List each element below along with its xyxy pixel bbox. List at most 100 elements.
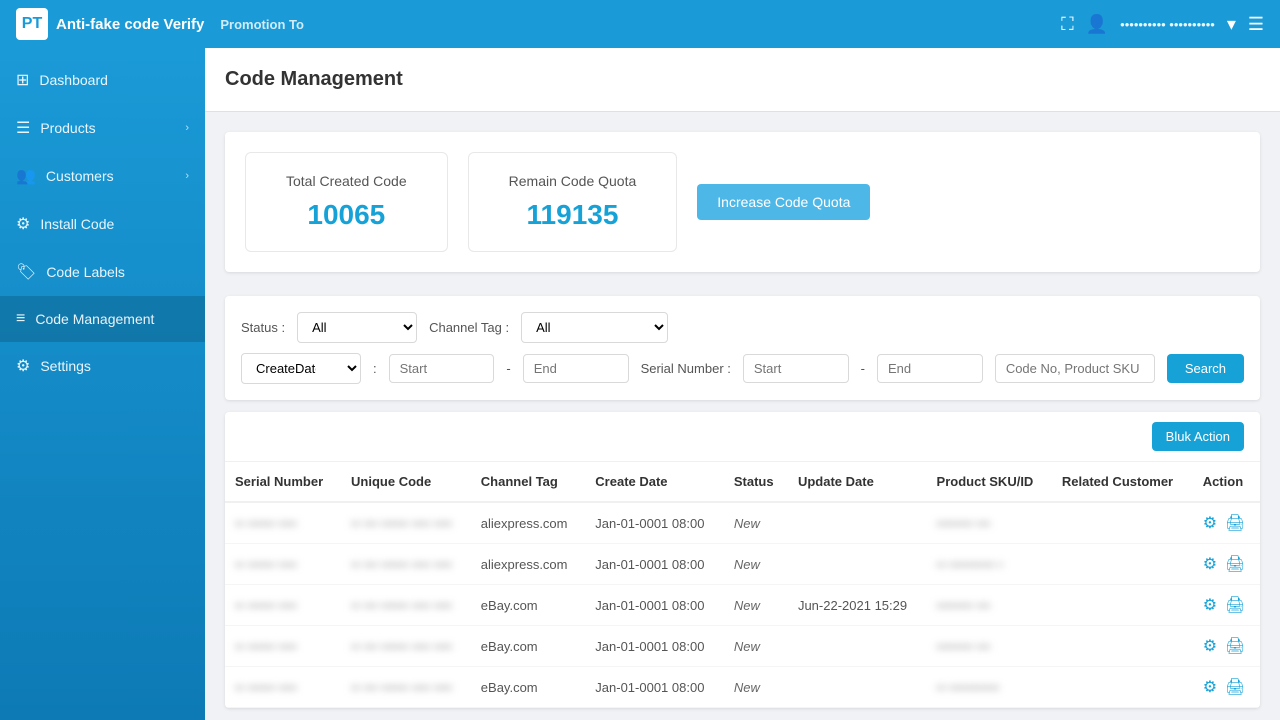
increase-quota-button[interactable]: Increase Code Quota: [697, 184, 870, 220]
cell-serial: •• •••••• ••••: [225, 585, 341, 626]
customers-icon: 👥: [16, 166, 36, 186]
cell-status: New: [724, 544, 788, 585]
sidebar-label-customers: Customers: [46, 168, 114, 184]
install-code-icon: ⚙: [16, 214, 30, 234]
status-select[interactable]: All New Used Inactive: [297, 312, 417, 343]
col-create-date: Create Date: [585, 462, 724, 502]
cell-sku: •••••••• •••: [927, 502, 1052, 544]
remain-quota-card: Remain Code Quota 119135: [468, 152, 678, 252]
print-action-icon[interactable]: 🖨: [1225, 636, 1245, 656]
settings-action-icon[interactable]: ⚙: [1203, 636, 1217, 656]
sidebar: ⊞ Dashboard ☰ Products › 👥 Customers › ⚙…: [0, 48, 205, 720]
sidebar-label-code-labels: Code Labels: [46, 264, 125, 280]
settings-action-icon[interactable]: ⚙: [1203, 595, 1217, 615]
table-row: •• •••••• •••••• ••• •••••• •••• ••••eBa…: [225, 585, 1260, 626]
code-labels-icon: 🏷: [16, 262, 36, 282]
serial-dash: -: [861, 361, 865, 376]
sidebar-item-customers[interactable]: 👥 Customers ›: [0, 152, 205, 200]
content-area: Code Management Total Created Code 10065…: [205, 48, 1280, 720]
cell-action: ⚙ 🖨: [1193, 502, 1260, 544]
search-button[interactable]: Search: [1167, 354, 1244, 383]
sidebar-item-products[interactable]: ☰ Products ›: [0, 104, 205, 152]
cell-sku: •• •••••••••••: [927, 667, 1052, 708]
cell-unique_code: •• ••• •••••• •••• ••••: [341, 585, 471, 626]
products-arrow-icon: ›: [185, 122, 189, 134]
sidebar-label-dashboard: Dashboard: [39, 72, 108, 88]
print-action-icon[interactable]: 🖨: [1225, 513, 1245, 533]
serial-end-input[interactable]: [877, 354, 983, 383]
settings-icon: ⚙: [16, 356, 30, 376]
cell-create_date: Jan-01-0001 08:00: [585, 502, 724, 544]
fullscreen-icon[interactable]: ⛶: [1061, 14, 1074, 35]
table-section: Bluk Action Serial Number Unique Code Ch…: [225, 412, 1260, 708]
settings-action-icon[interactable]: ⚙: [1203, 513, 1217, 533]
cell-status: New: [724, 585, 788, 626]
filter-row-2: CreateDate UpdateDate : - Serial Number …: [241, 353, 1244, 384]
serial-start-input[interactable]: [743, 354, 849, 383]
channel-label: Channel Tag :: [429, 320, 509, 335]
date-type-select[interactable]: CreateDate UpdateDate: [241, 353, 361, 384]
table-row: •• •••••• •••••• ••• •••••• •••• ••••ali…: [225, 544, 1260, 585]
cell-status: New: [724, 502, 788, 544]
code-search-input[interactable]: [995, 354, 1155, 383]
cell-action: ⚙ 🖨: [1193, 585, 1260, 626]
cell-customer: [1052, 667, 1193, 708]
products-icon: ☰: [16, 118, 30, 138]
channel-select[interactable]: All aliexpress.com eBay.com: [521, 312, 668, 343]
status-label: Status :: [241, 320, 285, 335]
action-row: Bluk Action: [225, 412, 1260, 462]
print-action-icon[interactable]: 🖨: [1225, 677, 1245, 697]
sidebar-item-dashboard[interactable]: ⊞ Dashboard: [0, 56, 205, 104]
settings-action-icon[interactable]: ⚙: [1203, 677, 1217, 697]
cell-channel: aliexpress.com: [471, 544, 585, 585]
cell-update_date: [788, 502, 927, 544]
cell-unique_code: •• ••• •••••• •••• ••••: [341, 626, 471, 667]
col-sku: Product SKU/ID: [927, 462, 1052, 502]
col-action: Action: [1193, 462, 1260, 502]
sidebar-item-code-labels[interactable]: 🏷 Code Labels: [0, 248, 205, 296]
cell-sku: •••••••• •••: [927, 585, 1052, 626]
cell-channel: eBay.com: [471, 585, 585, 626]
table-row: •• •••••• •••••• ••• •••••• •••• ••••ali…: [225, 502, 1260, 544]
cell-status: New: [724, 667, 788, 708]
sidebar-label-settings: Settings: [40, 358, 91, 374]
print-action-icon[interactable]: 🖨: [1225, 554, 1245, 574]
code-management-icon: ≡: [16, 310, 25, 328]
date-end-input[interactable]: [523, 354, 629, 383]
dropdown-arrow-icon[interactable]: ▾: [1227, 14, 1236, 35]
sidebar-item-code-management[interactable]: ≡ Code Management: [0, 296, 205, 342]
user-icon[interactable]: 👤: [1086, 14, 1108, 35]
page-title: Code Management: [205, 48, 1280, 112]
sidebar-label-install-code: Install Code: [40, 216, 114, 232]
cell-unique_code: •• ••• •••••• •••• ••••: [341, 502, 471, 544]
main-layout: ⊞ Dashboard ☰ Products › 👥 Customers › ⚙…: [0, 48, 1280, 720]
customers-arrow-icon: ›: [185, 170, 189, 182]
cell-customer: [1052, 544, 1193, 585]
cell-update_date: [788, 667, 927, 708]
filter-section: Status : All New Used Inactive Channel T…: [225, 296, 1260, 400]
cell-create_date: Jan-01-0001 08:00: [585, 626, 724, 667]
cell-update_date: [788, 626, 927, 667]
sidebar-item-install-code[interactable]: ⚙ Install Code: [0, 200, 205, 248]
table-header-row: Serial Number Unique Code Channel Tag Cr…: [225, 462, 1260, 502]
user-name: •••••••••• ••••••••••: [1120, 17, 1215, 32]
settings-action-icon[interactable]: ⚙: [1203, 554, 1217, 574]
cell-unique_code: •• ••• •••••• •••• ••••: [341, 667, 471, 708]
cell-customer: [1052, 585, 1193, 626]
cell-customer: [1052, 626, 1193, 667]
cell-status: New: [724, 626, 788, 667]
cell-channel: eBay.com: [471, 667, 585, 708]
cell-action: ⚙ 🖨: [1193, 667, 1260, 708]
print-action-icon[interactable]: 🖨: [1225, 595, 1245, 615]
cell-unique_code: •• ••• •••••• •••• ••••: [341, 544, 471, 585]
sidebar-item-settings[interactable]: ⚙ Settings: [0, 342, 205, 390]
cell-serial: •• •••••• ••••: [225, 626, 341, 667]
cell-serial: •• •••••• ••••: [225, 544, 341, 585]
col-customer: Related Customer: [1052, 462, 1193, 502]
bulk-action-button[interactable]: Bluk Action: [1152, 422, 1244, 451]
date-start-input[interactable]: [389, 354, 495, 383]
table-row: •• •••••• •••••• ••• •••••• •••• ••••eBa…: [225, 667, 1260, 708]
hamburger-menu-icon[interactable]: ☰: [1248, 14, 1264, 35]
cell-create_date: Jan-01-0001 08:00: [585, 544, 724, 585]
cell-sku: •• •••••••••• •: [927, 544, 1052, 585]
